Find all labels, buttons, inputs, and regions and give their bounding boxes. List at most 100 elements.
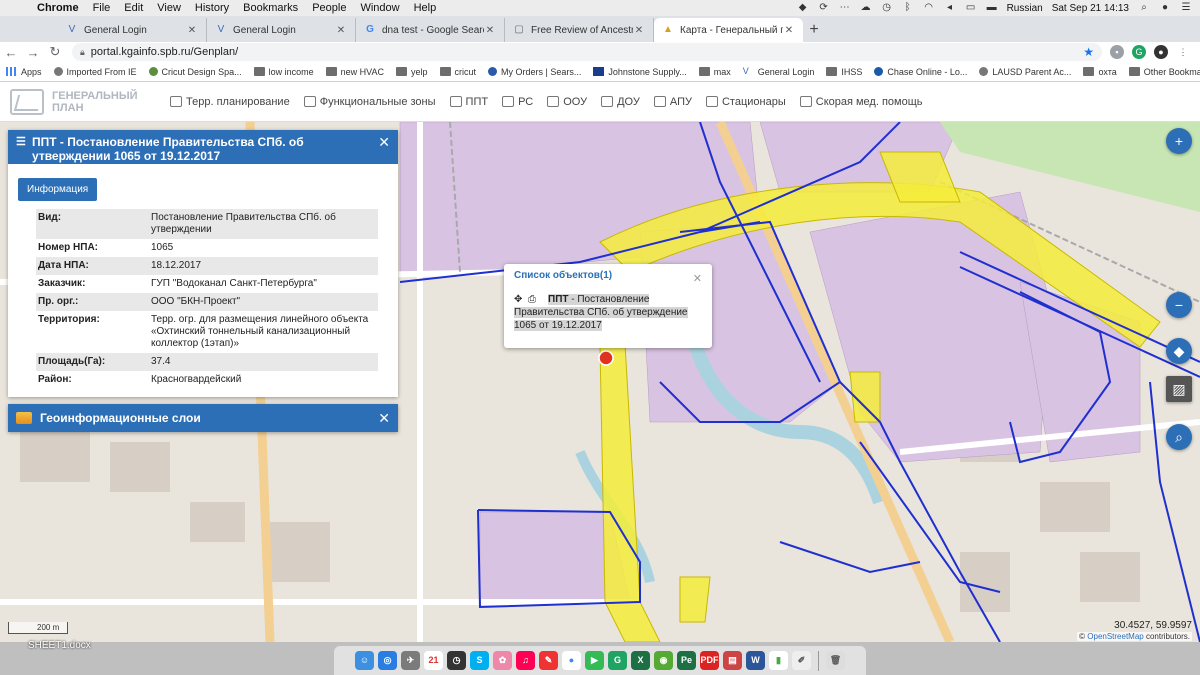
bookmark-imported-from-ie[interactable]: Imported From IE <box>53 67 137 77</box>
search-icon[interactable]: ⌕ <box>1166 424 1192 450</box>
finder-icon[interactable]: ☺ <box>355 651 374 670</box>
tab-close-icon[interactable]: ✕ <box>186 25 198 36</box>
bookmark-new-hvac[interactable]: new HVAC <box>325 67 384 77</box>
preview-icon[interactable]: ▤ <box>723 651 742 670</box>
clock-app-icon[interactable]: ◷ <box>447 651 466 670</box>
menu-dou[interactable]: ДОУ <box>601 96 640 108</box>
pdf-icon[interactable]: PDF <box>700 651 719 670</box>
photos-icon[interactable]: ✿ <box>493 651 512 670</box>
chrome-icon[interactable]: ● <box>562 651 581 670</box>
app-menu[interactable]: Chrome <box>30 2 86 14</box>
new-tab-button[interactable]: + <box>803 18 825 42</box>
wifi-icon[interactable]: ◠ <box>923 3 935 13</box>
tab-general-login-2[interactable]: V General Login ✕ <box>207 18 356 42</box>
pages-icon[interactable]: Pe <box>677 651 696 670</box>
other-bookmarks[interactable]: Other Bookmarks <box>1128 67 1200 77</box>
tab-close-icon[interactable]: ✕ <box>783 25 795 36</box>
bookmark-sears-orders[interactable]: My Orders | Sears... <box>488 67 581 77</box>
clock[interactable]: Sat Sep 21 14:13 <box>1052 3 1129 14</box>
dots-icon[interactable]: ⋯ <box>839 3 851 13</box>
tab-close-icon[interactable]: ✕ <box>633 25 645 36</box>
desktop-file-label[interactable]: SHEET1.docx <box>28 640 91 651</box>
lock-icon[interactable]: 🔒︎ <box>80 47 85 58</box>
tab-general-login-1[interactable]: V General Login ✕ <box>58 18 207 42</box>
panel-close-icon[interactable]: ✕ <box>378 135 390 149</box>
menu-file[interactable]: File <box>86 2 118 14</box>
tools-icon[interactable]: ✎ <box>539 651 558 670</box>
tab-close-icon[interactable]: ✕ <box>335 25 347 36</box>
bookmark-ohta[interactable]: охта <box>1083 67 1117 77</box>
zoom-in-button[interactable]: + <box>1166 128 1192 154</box>
launchpad-icon[interactable]: ✈ <box>401 651 420 670</box>
bookmark-ihss[interactable]: IHSS <box>826 67 862 77</box>
forward-arrow-icon[interactable]: → <box>22 45 44 60</box>
notification-center-icon[interactable]: ☰ <box>1180 3 1192 13</box>
osm-link[interactable]: OpenStreetMap <box>1087 632 1143 641</box>
numbers-icon[interactable]: ▮ <box>769 651 788 670</box>
textedit-icon[interactable]: ✐ <box>792 651 811 670</box>
zoom-out-button[interactable]: − <box>1166 292 1192 318</box>
popup-item-type[interactable]: ППТ <box>548 294 568 305</box>
bookmark-apps[interactable]: Apps <box>6 67 42 77</box>
tab-google-search[interactable]: G dna test - Google Search ✕ <box>356 18 505 42</box>
layers-close-icon[interactable]: ✕ <box>378 410 390 427</box>
selection-marker-icon[interactable] <box>598 350 614 366</box>
menu-edit[interactable]: Edit <box>117 2 150 14</box>
tab-ancestry-review[interactable]: ▢ Free Review of Ancestry Dna T ✕ <box>505 18 654 42</box>
user-icon[interactable]: ● <box>1159 3 1171 13</box>
bookmark-cricut-design[interactable]: Cricut Design Spa... <box>148 67 242 77</box>
extension-icon[interactable]: ▪ <box>1110 45 1124 59</box>
bookmark-max[interactable]: max <box>698 67 731 77</box>
info-tab-button[interactable]: Информация <box>18 178 98 201</box>
menu-oou[interactable]: ООУ <box>547 96 587 108</box>
timemachine-icon[interactable]: ◷ <box>881 3 893 13</box>
menu-ambulance[interactable]: Скорая мед. помощь <box>799 96 923 108</box>
genplan-logo[interactable]: ГЕНЕРАЛЬНЫЙ ПЛАН <box>0 88 170 115</box>
url-text[interactable]: portal.kgainfo.spb.ru/Genplan/ <box>91 46 238 58</box>
menu-bookmarks[interactable]: Bookmarks <box>236 2 305 14</box>
bookmark-star-icon[interactable]: ★ <box>1083 45 1094 59</box>
menu-view[interactable]: View <box>150 2 188 14</box>
trash-icon[interactable]: 🗑︎ <box>826 651 845 670</box>
safari-icon[interactable]: ◎ <box>378 651 397 670</box>
bookmark-chase[interactable]: Chase Online - Lo... <box>874 67 967 77</box>
tab-genplan-map[interactable]: ▲ Карта - Генеральный план Са ✕ <box>654 18 803 42</box>
bluetooth-icon[interactable]: ᛒ <box>902 3 914 13</box>
layers-button-icon[interactable]: ◆ <box>1166 338 1192 364</box>
bookmark-yelp[interactable]: yelp <box>395 67 428 77</box>
menu-window[interactable]: Window <box>353 2 406 14</box>
menu-people[interactable]: People <box>305 2 353 14</box>
grammarly-icon[interactable]: G <box>1132 45 1146 59</box>
menu-history[interactable]: History <box>188 2 236 14</box>
bookmark-cricut[interactable]: cricut <box>439 67 476 77</box>
menu-hospitals[interactable]: Стационары <box>705 96 786 108</box>
reload-icon[interactable]: ↻ <box>44 44 66 60</box>
battery-icon[interactable]: ▭ <box>965 3 977 13</box>
measure-tool-icon[interactable]: ▨ <box>1166 376 1192 402</box>
menu-help[interactable]: Help <box>407 2 444 14</box>
tor-icon[interactable]: ◉ <box>654 651 673 670</box>
print-icon[interactable]: ⎙ <box>528 294 536 305</box>
move-arrows-icon[interactable]: ✥ <box>514 294 522 305</box>
menu-ppt[interactable]: ППТ <box>449 96 488 108</box>
menu-terr-planning[interactable]: Терр. планирование <box>170 96 290 108</box>
word-icon[interactable]: W <box>746 651 765 670</box>
bookmark-lausd[interactable]: LAUSD Parent Ac... <box>979 67 1071 77</box>
dropbox-icon[interactable]: ◆ <box>797 3 809 13</box>
input-language[interactable]: Russian <box>1007 3 1043 14</box>
profile-avatar-icon[interactable]: ● <box>1154 45 1168 59</box>
music-icon[interactable]: ♫ <box>516 651 535 670</box>
menu-rs[interactable]: РС <box>502 96 533 108</box>
excel-icon[interactable]: X <box>631 651 650 670</box>
menu-apu[interactable]: АПУ <box>653 96 692 108</box>
back-arrow-icon[interactable]: ← <box>0 45 22 60</box>
popup-item[interactable]: ✥ ⎙ ППТ - Постановление Правительства СПб… <box>514 293 702 332</box>
calendar-icon[interactable]: 21 <box>424 651 443 670</box>
volume-icon[interactable]: ◂ <box>944 3 956 13</box>
facetime-icon[interactable]: ▶ <box>585 651 604 670</box>
menu-kebab-icon[interactable]: ⋮ <box>1176 45 1190 59</box>
address-bar[interactable]: 🔒︎ portal.kgainfo.spb.ru/Genplan/ ★ <box>72 43 1102 61</box>
bookmark-low-income[interactable]: low income <box>253 67 314 77</box>
skype-icon[interactable]: S <box>470 651 489 670</box>
grammarly-dock-icon[interactable]: G <box>608 651 627 670</box>
